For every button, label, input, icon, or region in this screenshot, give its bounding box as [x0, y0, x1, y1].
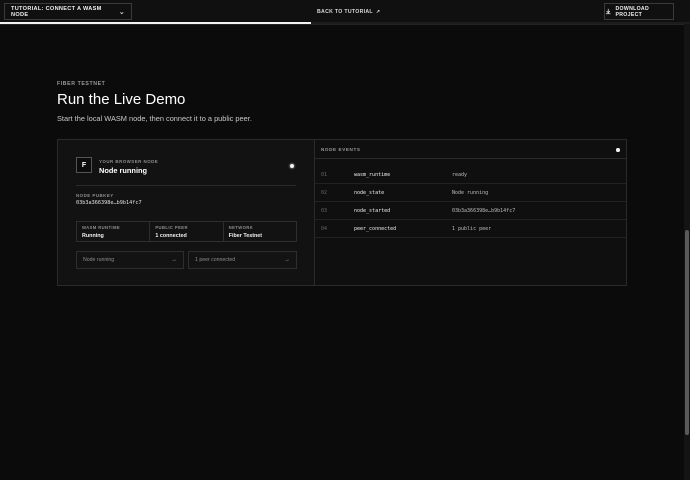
stat-value: 1 connected: [155, 233, 187, 239]
event-value: Node running: [452, 190, 489, 196]
download-label: DOWNLOAD PROJECT: [615, 5, 650, 18]
connect-peer-label: 1 peer connected: [195, 257, 236, 263]
stat-label: WASM RUNTIME: [82, 225, 121, 230]
stat-network: NETWORK Fiber Testnet: [224, 222, 296, 241]
connect-peer-button[interactable]: 1 peer connected →: [188, 251, 297, 269]
event-index: 01: [321, 172, 328, 178]
tutorial-select-label: TUTORIAL: CONNECT A WASM NODE: [11, 5, 102, 18]
event-value: ready: [452, 172, 468, 178]
scrollbar-thumb[interactable]: [685, 230, 689, 435]
event-index: 02: [321, 190, 328, 196]
page-title: Run the Live Demo: [57, 91, 186, 108]
node-events-header: NODE EVENTS: [314, 140, 626, 159]
download-icon: [605, 8, 611, 15]
node-status: Node running: [99, 166, 148, 175]
stat-wasm-runtime: WASM RUNTIME Running: [77, 222, 151, 241]
pubkey-value: 03b3a366398e…b9b14fc7: [76, 200, 142, 206]
live-dot-icon: [616, 148, 620, 152]
node-stats: WASM RUNTIME Running PUBLIC PEER 1 conne…: [76, 221, 297, 242]
stat-label: NETWORK: [228, 225, 254, 230]
event-row: 03 node_started 03b3a366398e…b9b14fc7: [314, 202, 626, 220]
status-dot-icon: [290, 164, 294, 168]
event-index: 04: [321, 226, 328, 232]
browser-node-card: F YOUR BROWSER NODE Node running NODE PU…: [58, 140, 315, 285]
tutorial-select[interactable]: TUTORIAL: CONNECT A WASM NODE ⌄: [4, 3, 132, 20]
stat-label: PUBLIC PEER: [155, 225, 188, 230]
back-to-tutorial-link[interactable]: BACK TO TUTORIAL ↗: [317, 9, 381, 15]
arrow-right-icon: →: [171, 257, 177, 263]
event-index: 03: [321, 208, 328, 214]
event-key: wasm_runtime: [354, 172, 391, 178]
stat-value: Fiber Testnet: [228, 233, 263, 239]
event-key: node_started: [354, 208, 391, 214]
node-avatar: F: [76, 157, 92, 173]
chevron-down-icon: ⌄: [118, 8, 125, 16]
pubkey-label: NODE PUBKEY: [76, 193, 114, 198]
stat-public-peer: PUBLIC PEER 1 connected: [150, 222, 224, 241]
event-row: 04 peer_connected 1 public peer: [314, 220, 626, 238]
download-project-button[interactable]: DOWNLOAD PROJECT: [604, 3, 674, 20]
divider: [76, 185, 296, 186]
event-key: peer_connected: [354, 226, 397, 232]
event-key: node_state: [354, 190, 385, 196]
event-row: 02 node_state Node running: [314, 184, 626, 202]
node-events-title: NODE EVENTS: [321, 147, 361, 152]
node-kicker: YOUR BROWSER NODE: [99, 159, 159, 164]
back-link-label: BACK TO TUTORIAL: [317, 9, 373, 15]
page-subtitle: Start the local WASM node, then connect …: [57, 114, 252, 123]
stat-value: Running: [82, 233, 104, 239]
arrow-up-right-icon: ↗: [375, 9, 381, 15]
start-node-label: Node running: [83, 257, 115, 263]
section-eyebrow: FIBER TESTNET: [57, 81, 106, 87]
event-value: 03b3a366398e…b9b14fc7: [452, 208, 516, 214]
start-node-button[interactable]: Node running →: [76, 251, 184, 269]
demo-panel: F YOUR BROWSER NODE Node running NODE PU…: [57, 139, 627, 286]
arrow-right-icon: →: [284, 257, 290, 263]
tutorial-progress: [0, 22, 690, 24]
tutorial-progress-fill: [0, 22, 311, 24]
event-value: 1 public peer: [452, 226, 492, 232]
event-row: 01 wasm_runtime ready: [314, 166, 626, 184]
